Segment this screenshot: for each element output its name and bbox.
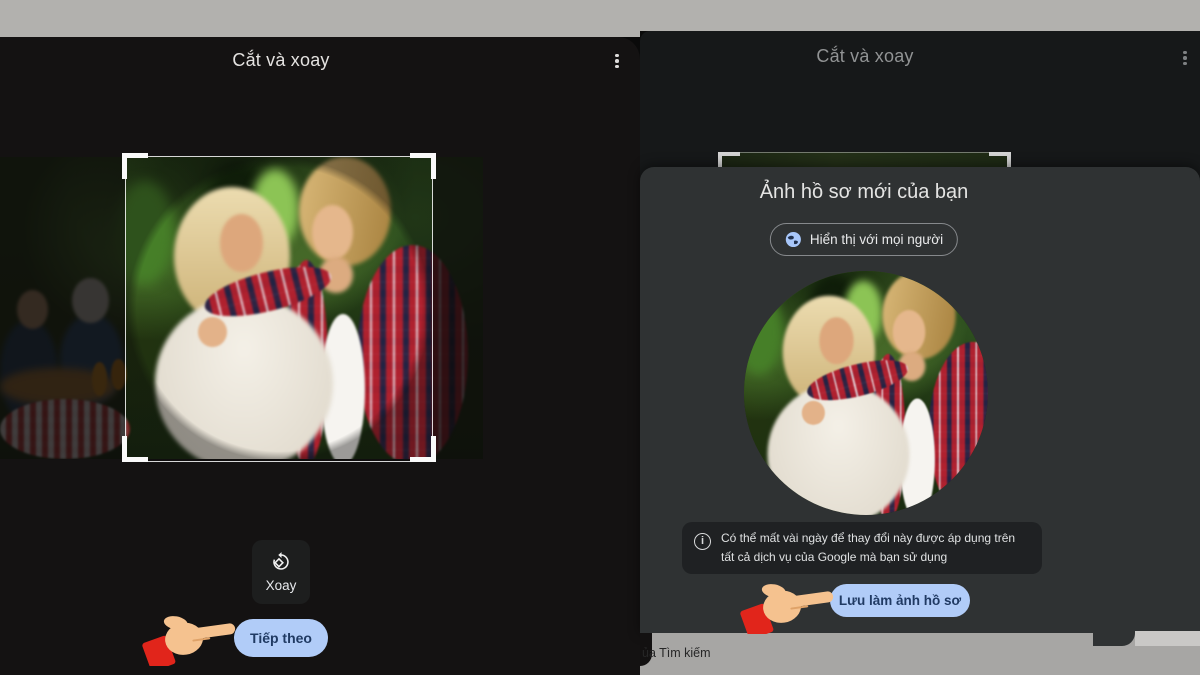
profile-photo-preview bbox=[744, 271, 988, 515]
crop-handle-top-right[interactable] bbox=[410, 153, 436, 179]
info-banner-text: Có thể mất vài ngày để thay đổi này được… bbox=[721, 529, 1030, 566]
checkered-tablecloth bbox=[744, 467, 748, 515]
kebab-menu-icon[interactable] bbox=[608, 51, 626, 71]
cancel-button[interactable]: Hủy bbox=[770, 598, 794, 613]
crop-region[interactable] bbox=[125, 156, 433, 462]
info-banner: i Có thể mất vài ngày để thay đổi này đư… bbox=[682, 522, 1042, 574]
globe-icon bbox=[785, 231, 802, 248]
crop-handle-top-right bbox=[989, 152, 1011, 167]
crop-handle-bottom-left[interactable] bbox=[122, 436, 148, 462]
crop-handle-bottom-right[interactable] bbox=[410, 436, 436, 462]
page-title: Cắt và xoay bbox=[232, 50, 329, 71]
page-title-dimmed: Cắt và xoay bbox=[816, 46, 913, 67]
daughter-face bbox=[892, 310, 925, 354]
next-button[interactable]: Tiếp theo bbox=[234, 619, 328, 657]
plaid-shirt bbox=[929, 342, 988, 515]
family-photo bbox=[744, 271, 988, 515]
white-blouse bbox=[767, 384, 909, 515]
mother-face bbox=[819, 317, 854, 363]
visibility-chip[interactable]: Hiển thị với mọi người bbox=[770, 223, 958, 256]
sheet-corner-notch bbox=[1093, 633, 1135, 646]
crop-handle-top-left bbox=[718, 152, 740, 167]
crop-frame-remnant bbox=[718, 152, 1011, 167]
rotate-button-label: Xoay bbox=[266, 578, 297, 593]
sheet-heading: Ảnh hồ sơ mới của bạn bbox=[760, 181, 969, 204]
daughter-hand bbox=[802, 401, 825, 425]
rotate-button[interactable]: Xoay bbox=[252, 540, 310, 604]
top-gray-strip bbox=[0, 0, 640, 37]
info-circle-icon: i bbox=[694, 533, 711, 550]
rotate-ccw-icon bbox=[270, 551, 292, 573]
save-profile-photo-button[interactable]: Lưu làm ảnh hồ sơ bbox=[830, 584, 970, 617]
foliage-blob bbox=[744, 291, 783, 374]
top-gray-strip bbox=[640, 0, 1200, 31]
bottom-bar-text: ủa Tìm kiếm bbox=[642, 646, 711, 660]
visibility-chip-label: Hiển thị với mọi người bbox=[810, 232, 943, 247]
background-card-corner bbox=[1135, 631, 1200, 646]
crop-handle-top-left[interactable] bbox=[122, 153, 148, 179]
kebab-menu-icon bbox=[1176, 48, 1194, 68]
circle-mask-vignette bbox=[125, 156, 433, 462]
